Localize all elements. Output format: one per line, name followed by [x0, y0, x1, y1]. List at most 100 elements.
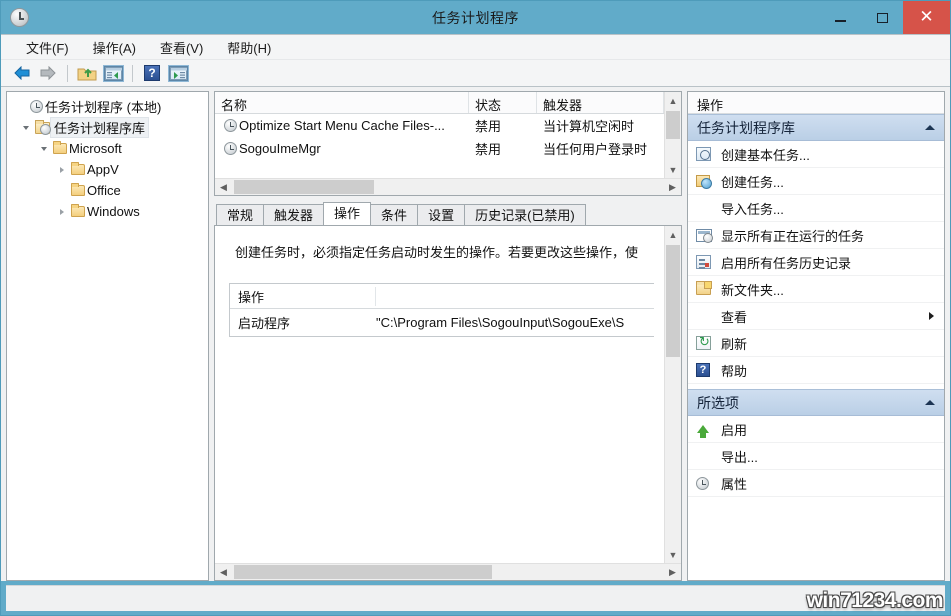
- tree-item-windows[interactable]: Windows: [7, 201, 208, 222]
- column-header-trigger[interactable]: 触发器: [537, 92, 664, 113]
- action-label: 创建基本任务...: [721, 145, 934, 164]
- status-bar: [6, 585, 945, 611]
- tab-actions[interactable]: 操作: [323, 202, 371, 225]
- action-create-task[interactable]: 创建任务...: [688, 168, 944, 195]
- actions-section-header-selected-item[interactable]: 所选项: [688, 389, 944, 416]
- task-list[interactable]: 名称 状态 触发器 Optimize Start Menu Cache File…: [214, 91, 682, 196]
- action-properties[interactable]: 属性: [688, 470, 944, 497]
- action-display-running-tasks[interactable]: 显示所有正在运行的任务: [688, 222, 944, 249]
- actions-pane-title: 操作: [688, 92, 944, 114]
- console-tree-pane[interactable]: 任务计划程序 (本地) 任务计划程序库 Microsoft AppV: [6, 91, 209, 581]
- actions-section-header-library[interactable]: 任务计划程序库: [688, 114, 944, 141]
- tree-item-office[interactable]: Office: [7, 180, 208, 201]
- action-label: 启用所有任务历史记录: [721, 253, 934, 272]
- tab-triggers[interactable]: 触发器: [263, 204, 324, 225]
- new-folder-icon: [696, 283, 721, 295]
- tree-item-appv[interactable]: AppV: [7, 159, 208, 180]
- tree-item-task-scheduler-local[interactable]: 任务计划程序 (本地): [7, 96, 208, 117]
- action-create-basic-task[interactable]: 创建基本任务...: [688, 141, 944, 168]
- action-enable-all-task-history[interactable]: 启用所有任务历史记录: [688, 249, 944, 276]
- chevron-right-icon[interactable]: [55, 167, 69, 173]
- detail-pane: 创建任务时，必须指定任务启动时发生的操作。若要更改这些操作，使 操作 启动程序 …: [214, 225, 682, 581]
- scroll-up-icon[interactable]: ▲: [665, 226, 681, 243]
- scroll-down-icon[interactable]: ▼: [665, 161, 681, 178]
- table-row[interactable]: 启动程序 "C:\Program Files\SogouInput\SogouE…: [230, 309, 654, 336]
- scrollbar-track[interactable]: [665, 109, 681, 161]
- main-content: 任务计划程序 (本地) 任务计划程序库 Microsoft AppV: [1, 87, 950, 581]
- tree-item-label: Windows: [87, 204, 140, 219]
- action-label: 查看: [721, 307, 929, 326]
- create-basic-task-icon: [696, 147, 721, 161]
- actions-table[interactable]: 操作 启动程序 "C:\Program Files\SogouInput\Sog…: [229, 283, 654, 337]
- chevron-up-icon[interactable]: [925, 400, 935, 405]
- tree-item-microsoft[interactable]: Microsoft: [7, 138, 208, 159]
- task-list-columns: 名称 状态 触发器 Optimize Start Menu Cache File…: [215, 92, 664, 178]
- scrollbar-track[interactable]: [665, 243, 681, 546]
- folder-icon: [69, 185, 87, 196]
- forward-button[interactable]: [36, 63, 60, 84]
- scrollbar-track[interactable]: [232, 179, 664, 195]
- folder-up-icon: [77, 65, 97, 82]
- column-header-action[interactable]: 操作: [230, 287, 376, 306]
- close-button[interactable]: ✕: [903, 1, 950, 34]
- tab-settings[interactable]: 设置: [417, 204, 465, 225]
- detail-horizontal-scrollbar[interactable]: ◀ ▶: [215, 563, 681, 580]
- action-help[interactable]: ? 帮助: [688, 357, 944, 384]
- detail-description: 创建任务时，必须指定任务启动时发生的操作。若要更改这些操作，使: [215, 242, 664, 261]
- title-bar: 任务计划程序 ✕: [1, 1, 950, 34]
- menu-action[interactable]: 操作(A): [82, 35, 147, 60]
- arrow-left-icon: [13, 66, 31, 80]
- minimize-button[interactable]: [819, 1, 861, 34]
- chevron-down-icon[interactable]: [19, 126, 33, 130]
- chevron-down-icon[interactable]: [37, 147, 51, 151]
- action-export[interactable]: 导出...: [688, 443, 944, 470]
- tab-strip: 常规 触发器 操作 条件 设置 历史记录(已禁用): [214, 202, 682, 225]
- column-header-status[interactable]: 状态: [469, 92, 537, 113]
- menu-file[interactable]: 文件(F): [15, 35, 80, 60]
- tab-general[interactable]: 常规: [216, 204, 264, 225]
- scroll-up-icon[interactable]: ▲: [665, 92, 681, 109]
- scroll-left-icon[interactable]: ◀: [215, 179, 232, 196]
- menu-view[interactable]: 查看(V): [149, 35, 214, 60]
- clock-icon: [221, 142, 239, 155]
- table-row[interactable]: SogouImeMgr 禁用 当任何用户登录时: [215, 137, 664, 160]
- chevron-right-icon[interactable]: [55, 209, 69, 215]
- task-name-label: Optimize Start Menu Cache Files-...: [239, 118, 445, 133]
- tab-history[interactable]: 历史记录(已禁用): [464, 204, 586, 225]
- action-enable[interactable]: 启用: [688, 416, 944, 443]
- help-button[interactable]: ?: [140, 63, 164, 84]
- up-folder-button[interactable]: [75, 63, 99, 84]
- scrollbar-thumb[interactable]: [234, 565, 492, 579]
- menu-bar: 文件(F) 操作(A) 查看(V) 帮助(H): [1, 34, 950, 60]
- table-row[interactable]: Optimize Start Menu Cache Files-... 禁用 当…: [215, 114, 664, 137]
- task-list-horizontal-scrollbar[interactable]: ◀ ▶: [215, 178, 681, 195]
- scroll-down-icon[interactable]: ▼: [665, 546, 681, 563]
- action-label: 显示所有正在运行的任务: [721, 226, 934, 245]
- properties-clock-icon: [696, 477, 721, 490]
- question-mark-icon: ?: [144, 65, 160, 81]
- action-new-folder[interactable]: 新文件夹...: [688, 276, 944, 303]
- column-header-name[interactable]: 名称: [215, 92, 469, 113]
- show-hide-actions-button[interactable]: [166, 63, 190, 84]
- scroll-left-icon[interactable]: ◀: [215, 564, 232, 581]
- scrollbar-thumb[interactable]: [666, 245, 680, 357]
- back-button[interactable]: [10, 63, 34, 84]
- show-hide-tree-button[interactable]: [101, 63, 125, 84]
- scrollbar-thumb[interactable]: [666, 111, 680, 139]
- maximize-button[interactable]: [861, 1, 903, 34]
- action-view[interactable]: 查看: [688, 303, 944, 330]
- chevron-up-icon[interactable]: [925, 125, 935, 130]
- scroll-right-icon[interactable]: ▶: [664, 564, 681, 581]
- detail-vertical-scrollbar[interactable]: ▲ ▼: [664, 226, 681, 563]
- action-label: 导入任务...: [721, 199, 934, 218]
- action-import-task[interactable]: 导入任务...: [688, 195, 944, 222]
- tree-item-task-scheduler-library[interactable]: 任务计划程序库: [7, 117, 208, 138]
- scroll-right-icon[interactable]: ▶: [664, 179, 681, 196]
- scrollbar-track[interactable]: [232, 564, 664, 580]
- scrollbar-thumb[interactable]: [234, 180, 374, 194]
- toolbar-separator-2: [132, 65, 133, 82]
- tab-conditions[interactable]: 条件: [370, 204, 418, 225]
- menu-help[interactable]: 帮助(H): [216, 35, 282, 60]
- action-refresh[interactable]: 刷新: [688, 330, 944, 357]
- task-list-vertical-scrollbar[interactable]: ▲ ▼: [664, 92, 681, 178]
